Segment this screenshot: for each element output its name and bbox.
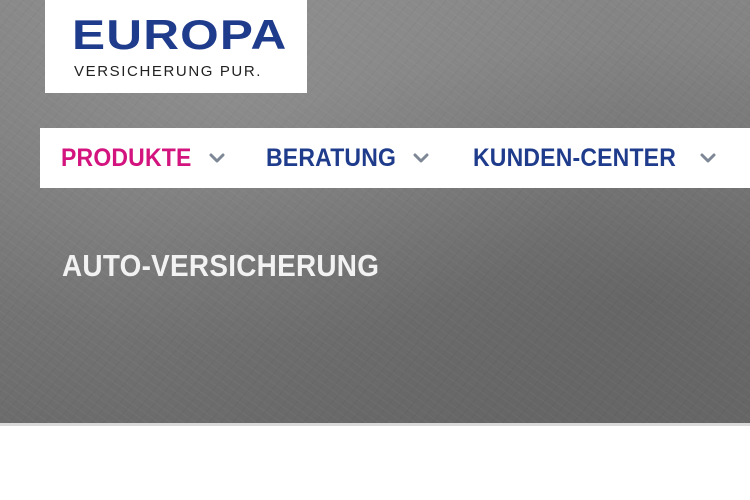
hero-divider (0, 423, 750, 426)
main-navigation: PRODUKTE BERATUNG KUNDEN-CENTER (40, 128, 750, 188)
chevron-down-icon (413, 153, 429, 163)
nav-item-label: BERATUNG (266, 143, 397, 172)
chevron-down-icon (209, 153, 225, 163)
nav-item-beratung[interactable]: BERATUNG (266, 128, 429, 188)
logo-tagline: VERSICHERUNG PUR. (74, 63, 263, 80)
nav-item-produkte[interactable]: PRODUKTE (61, 128, 225, 188)
nav-item-label: PRODUKTE (61, 143, 192, 172)
nav-item-label: KUNDEN-CENTER (473, 143, 677, 172)
page-title: AUTO-VERSICHERUNG (62, 247, 380, 283)
europa-logo[interactable]: EUROPA VERSICHERUNG PUR. (45, 0, 307, 93)
chevron-down-icon (700, 153, 716, 163)
nav-item-kunden-center[interactable]: KUNDEN-CENTER (473, 128, 716, 188)
logo-wordmark: EUROPA (72, 11, 288, 58)
